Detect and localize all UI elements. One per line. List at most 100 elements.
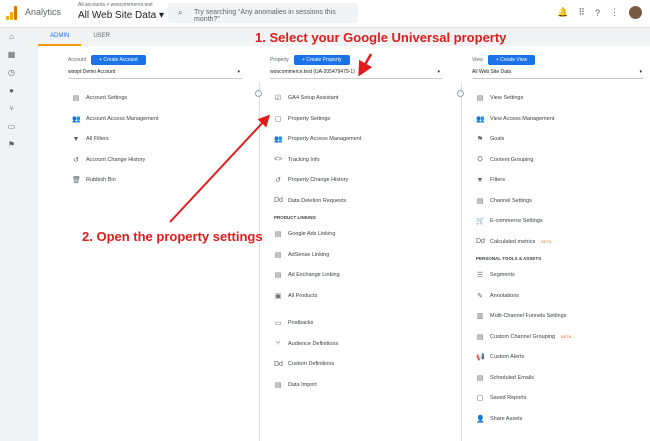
menu-item-e-commerce-settings[interactable]: 🛒 E-commerce Settings	[476, 211, 571, 232]
menu-item-label: Annotations	[490, 292, 520, 299]
avatar[interactable]	[629, 6, 642, 19]
account-change-history-icon: ↺	[73, 156, 79, 164]
annotation-step2: 2. Open the property settings	[82, 229, 263, 244]
home-icon[interactable]: ⌂	[0, 30, 23, 48]
breadcrumb[interactable]: All accounts > woocommerce.test	[78, 2, 153, 8]
menu-item-label: Data Import	[288, 381, 317, 388]
menu-item-goals[interactable]: ⚑ Goals	[476, 129, 571, 150]
more-icon[interactable]: ⋮	[610, 7, 619, 18]
analytics-logo	[6, 6, 18, 20]
menu-item-audience-definitions[interactable]: ⑂ Audience Definitions	[274, 334, 361, 355]
menu-item-view-settings[interactable]: ▤ View Settings	[476, 88, 571, 109]
apps-icon[interactable]: ⠿	[578, 7, 585, 18]
view-header: View + Create View	[472, 55, 536, 65]
ad-exchange-linking-icon: ▤	[274, 272, 282, 280]
menu-item-label: Property Access Management	[288, 136, 362, 143]
menu-item-tracking-info[interactable]: <> Tracking Info	[274, 150, 361, 171]
property-select[interactable]: woocommerce.test (UA-205479479-1) ▾	[270, 69, 442, 79]
menu-item-custom-channel-grouping[interactable]: ▤ Custom Channel Grouping BETA	[476, 327, 572, 348]
menu-item-label: Custom Alerts	[490, 354, 525, 361]
menu-item-label: View Settings	[490, 95, 524, 102]
custom-definitions-icon: Dd	[274, 360, 283, 368]
property-change-history-icon: ↺	[275, 177, 281, 185]
menu-item-data-deletion-requests[interactable]: Dd Data Deletion Requests	[274, 191, 361, 212]
menu-item-segments[interactable]: ☰ Segments	[476, 265, 571, 286]
menu-item-annotations[interactable]: ✎ Annotations	[476, 286, 571, 307]
conversions-icon[interactable]: ⚑	[0, 138, 23, 156]
menu-item-calculated-metrics[interactable]: Dd Calculated metrics BETA	[476, 232, 571, 253]
view-selector[interactable]: All Web Site Data ▾	[78, 10, 164, 21]
menu-item-all-products[interactable]: ▣ All Products	[274, 286, 361, 307]
audience-definitions-icon: ⑂	[275, 340, 281, 348]
data-import-icon: ▤	[274, 381, 282, 389]
menu-item-share-assets[interactable]: 👤 Share Assets	[476, 409, 571, 430]
filters-icon: ▼	[476, 176, 484, 184]
account-label: Account	[68, 57, 87, 63]
view-access-management-icon: 👥	[476, 115, 485, 123]
menu-item-custom-alerts[interactable]: 📢 Custom Alerts	[476, 347, 571, 368]
section-heading: PERSONAL TOOLS & ASSETS	[476, 256, 542, 261]
tab-user[interactable]: USER	[81, 28, 122, 46]
menu-item-label: Audience Definitions	[288, 340, 339, 347]
menu-item-multi-channel-funnels-settings[interactable]: ▥ Multi-Channel Funnels Settings	[476, 306, 571, 327]
menu-item-account-access-management[interactable]: 👥 Account Access Management	[72, 109, 158, 130]
menu-item-adsense-linking[interactable]: ▤ AdSense Linking	[274, 245, 361, 266]
menu-item-label: Property Settings	[288, 115, 331, 122]
menu-item-label: Account Settings	[86, 95, 128, 102]
rubbish-bin-icon: 🗑	[72, 177, 81, 185]
menu-item-rubbish-bin[interactable]: 🗑 Rubbish Bin	[72, 170, 158, 191]
acquisition-icon[interactable]: ⑂	[0, 102, 23, 120]
multi-channel-funnels-settings-icon: ▥	[476, 313, 484, 321]
create-property-button[interactable]: + Create Property	[293, 55, 350, 65]
menu-item-label: Scheduled Emails	[490, 374, 535, 381]
audience-icon[interactable]: ●	[0, 84, 23, 102]
tab-admin[interactable]: ADMIN	[38, 28, 82, 46]
postbacks-icon: ▭	[274, 320, 282, 328]
menu-item-label: Postbacks	[288, 320, 314, 327]
collapse-account-icon[interactable]: −	[255, 90, 262, 97]
create-account-button[interactable]: + Create Account	[91, 55, 146, 65]
realtime-icon[interactable]: ◷	[0, 66, 23, 84]
menu-item-view-access-management[interactable]: 👥 View Access Management	[476, 109, 571, 130]
menu-item-account-change-history[interactable]: ↺ Account Change History	[72, 150, 158, 171]
menu-item-channel-settings[interactable]: ▤ Channel Settings	[476, 191, 571, 212]
view-label: View	[472, 57, 483, 63]
menu-item-label: E-commerce Settings	[490, 218, 543, 225]
menu-item-saved-reports[interactable]: ▢ Saved Reports	[476, 388, 571, 409]
menu-item-label: Segments	[490, 272, 515, 279]
notifications-icon[interactable]: 🔔	[557, 7, 568, 18]
menu-item-property-change-history[interactable]: ↺ Property Change History	[274, 170, 361, 191]
menu-item-label: Property Change History	[288, 177, 349, 184]
account-select[interactable]: woopt Demo Account ▾	[68, 69, 242, 79]
menu-item-property-access-management[interactable]: 👥 Property Access Management	[274, 129, 361, 150]
menu-item-scheduled-emails[interactable]: ▤ Scheduled Emails	[476, 368, 571, 389]
menu-item-label: Share Assets	[490, 415, 523, 422]
menu-item-ga4-setup-assistant[interactable]: ☑ GA4 Setup Assistant	[274, 88, 361, 109]
menu-item-property-settings[interactable]: ▢ Property Settings	[274, 109, 361, 130]
goals-icon: ⚑	[476, 136, 484, 144]
calculated-metrics-icon: Dd	[476, 238, 485, 246]
menu-item-filters[interactable]: ▼ Filters	[476, 170, 571, 191]
menu-item-postbacks[interactable]: ▭ Postbacks	[274, 313, 361, 334]
menu-item-label: Google Ads Linking	[288, 231, 336, 238]
menu-item-ad-exchange-linking[interactable]: ▤ Ad Exchange Linking	[274, 265, 361, 286]
behavior-icon[interactable]: ▭	[0, 120, 23, 138]
ga4-setup-assistant-icon: ☑	[274, 95, 282, 103]
help-icon[interactable]: ?	[595, 8, 600, 18]
menu-item-all-filters[interactable]: ▼ All Filters	[72, 129, 158, 150]
section-heading: PRODUCT LINKING	[274, 215, 316, 220]
menu-item-custom-definitions[interactable]: Dd Custom Definitions	[274, 354, 361, 375]
property-header: Property + Create Property	[270, 55, 350, 65]
menu-item-label: All Filters	[86, 136, 109, 143]
customization-icon[interactable]: ▦	[0, 48, 23, 66]
e-commerce-settings-icon: 🛒	[476, 218, 485, 226]
menu-item-data-import[interactable]: ▤ Data Import	[274, 375, 361, 396]
collapse-property-icon[interactable]: −	[457, 90, 464, 97]
create-view-button[interactable]: + Create View	[487, 55, 536, 65]
menu-item-account-settings[interactable]: ▤ Account Settings	[72, 88, 158, 109]
view-select[interactable]: All Web Site Data ▾	[472, 69, 644, 79]
menu-item-content-grouping[interactable]: ⛭ Content Grouping	[476, 150, 571, 171]
app-name: Analytics	[25, 7, 62, 17]
menu-item-google-ads-linking[interactable]: ▤ Google Ads Linking	[274, 224, 361, 245]
search-input[interactable]: ⌕ Try searching “Any anomalies in session…	[168, 3, 358, 23]
